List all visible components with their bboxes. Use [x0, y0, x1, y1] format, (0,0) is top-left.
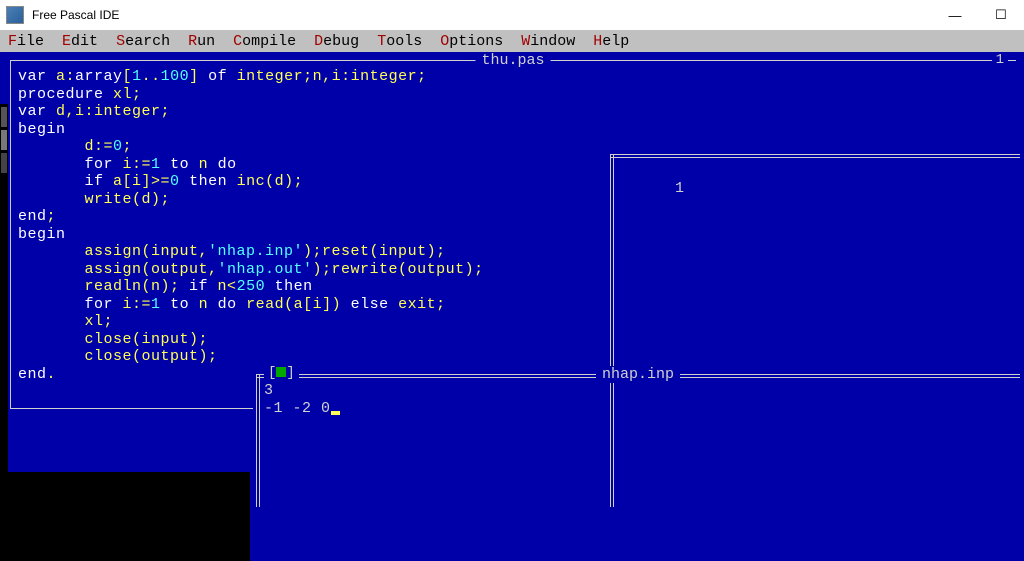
- menu-item-tools[interactable]: Tools: [377, 33, 422, 50]
- editor-title: thu.pas: [475, 52, 550, 69]
- menu-item-debug[interactable]: Debug: [314, 33, 359, 50]
- menu-item-edit[interactable]: Edit: [62, 33, 98, 50]
- maximize-button[interactable]: ☐: [978, 0, 1024, 30]
- left-thumb-strip: [0, 104, 8, 509]
- modified-icon: [276, 367, 286, 377]
- frame-line: [610, 154, 1020, 155]
- app-title: Free Pascal IDE: [32, 8, 119, 22]
- menubar: File Edit Search Run Compile Debug Tools Option…: [0, 30, 1024, 52]
- output-content: 1: [618, 162, 1012, 215]
- menu-item-search[interactable]: Search: [116, 33, 170, 50]
- frame-line: [10, 60, 11, 408]
- thumb-icon: [1, 153, 7, 173]
- menu-item-window[interactable]: Window: [521, 33, 575, 50]
- menu-item-run[interactable]: Run: [188, 33, 215, 50]
- black-panel: [0, 472, 250, 561]
- app-icon: [6, 6, 24, 24]
- window-controls: — ☐: [932, 0, 1024, 30]
- menu-item-file[interactable]: File: [8, 33, 44, 50]
- input-file-content[interactable]: 3-1 -2 0: [264, 382, 1012, 417]
- text-cursor: [331, 411, 340, 415]
- editor-window-input[interactable]: [] nhap.inp 3-1 -2 0: [256, 374, 1020, 507]
- frame-line: [256, 374, 257, 507]
- editor-window-number: 1: [992, 52, 1008, 68]
- modified-marker: []: [264, 365, 299, 381]
- output-text: 1: [675, 180, 685, 197]
- titlebar: Free Pascal IDE — ☐: [0, 0, 1024, 30]
- minimize-button[interactable]: —: [932, 0, 978, 30]
- editor-title: nhap.inp: [596, 366, 680, 383]
- menu-item-options[interactable]: Options: [440, 33, 503, 50]
- thumb-icon: [1, 130, 7, 150]
- menu-item-help[interactable]: Help: [593, 33, 629, 50]
- thumb-icon: [1, 107, 7, 127]
- menu-item-compile[interactable]: Compile: [233, 33, 296, 50]
- frame-line: [10, 408, 253, 409]
- workspace: thu.pas 1 var a:array[1..100] of integer…: [0, 52, 1024, 509]
